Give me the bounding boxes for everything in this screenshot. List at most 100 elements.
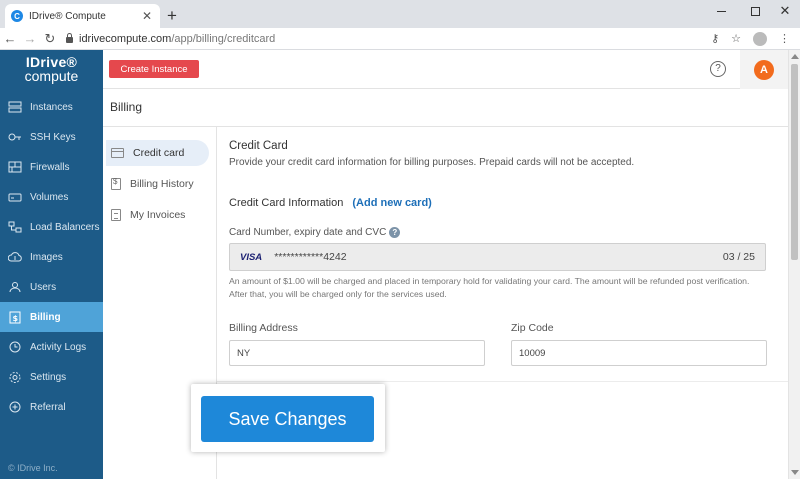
card-info-title: Credit Card Information — [229, 197, 344, 209]
tab-title: IDrive® Compute — [29, 10, 106, 22]
divider — [217, 381, 788, 382]
sidebar-item-volumes[interactable]: Volumes — [0, 182, 103, 212]
avatar: A — [754, 59, 774, 80]
close-icon: ✕ — [779, 3, 791, 18]
create-instance-button[interactable]: Create Instance — [109, 60, 199, 78]
instances-icon — [7, 100, 23, 114]
gear-icon — [7, 370, 23, 384]
sidebar-item-firewalls[interactable]: Firewalls — [0, 152, 103, 182]
section-title: Credit Card — [229, 140, 288, 152]
sidebar-item-ssh-keys[interactable]: SSH Keys — [0, 122, 103, 152]
subnav-item-credit-card[interactable]: Credit card — [106, 140, 209, 166]
scroll-up-icon[interactable] — [791, 54, 799, 59]
sidebar-item-label: Firewalls — [30, 161, 70, 173]
cloud-upload-icon — [7, 250, 23, 264]
key-icon[interactable]: ⚷ — [711, 32, 719, 45]
lock-icon — [66, 33, 73, 43]
sidebar-nav: Instances SSH Keys Firewalls Volumes Loa… — [0, 92, 103, 422]
sidebar-item-label: Referral — [30, 401, 66, 413]
add-new-card-link[interactable]: (Add new card) — [352, 197, 431, 209]
subnav-item-label: Credit card — [133, 147, 185, 159]
visa-logo: VISA — [240, 251, 263, 263]
svg-text:$: $ — [13, 314, 19, 323]
forward-icon[interactable]: → — [20, 31, 40, 46]
question-icon[interactable]: ? — [389, 227, 401, 238]
sidebar-item-settings[interactable]: Settings — [0, 362, 103, 392]
key-icon — [7, 130, 23, 144]
subnav-item-label: Billing History — [130, 178, 194, 190]
minimize-icon — [716, 10, 726, 12]
maximize-icon — [750, 6, 760, 16]
credit-card-icon — [111, 148, 124, 158]
card-expiry: 03 / 25 — [722, 251, 755, 263]
star-icon[interactable]: ☆ — [731, 32, 741, 45]
tab-close-icon[interactable]: ✕ — [140, 9, 154, 23]
brand-logo[interactable]: IDrive® compute — [0, 50, 103, 90]
sidebar-item-label: Volumes — [30, 191, 69, 203]
new-tab-button[interactable]: + — [164, 6, 180, 26]
card-label-text: Card Number, expiry date and CVC — [229, 227, 387, 238]
browser-tab[interactable]: C IDrive® Compute ✕ — [5, 4, 160, 28]
invoice-icon — [111, 209, 121, 221]
sidebar-item-users[interactable]: Users — [0, 272, 103, 302]
scroll-thumb[interactable] — [791, 64, 798, 260]
sidebar-item-billing[interactable]: $ Billing — [0, 302, 103, 332]
billing-icon: $ — [7, 310, 23, 324]
sidebar-item-label: Settings — [30, 371, 67, 383]
billing-doc-icon — [111, 177, 121, 190]
sidebar-item-load-balancers[interactable]: Load Balancers — [0, 212, 103, 242]
address-bar: ← → ↻ idrivecompute.com/app/billing/cred… — [0, 28, 800, 50]
subnav-item-billing-history[interactable]: Billing History — [106, 171, 209, 197]
zip-code-input[interactable] — [511, 340, 767, 366]
back-icon[interactable]: ← — [0, 31, 20, 46]
sidebar-item-label: Users — [30, 281, 57, 293]
card-info-heading: Credit Card Information (Add new card) — [229, 197, 432, 209]
firewall-icon — [7, 160, 23, 174]
subnav-item-label: My Invoices — [130, 209, 186, 221]
url-host: idrivecompute.com — [79, 32, 172, 45]
window-minimize-button[interactable] — [704, 0, 738, 22]
sidebar-item-referral[interactable]: Referral — [0, 392, 103, 422]
sidebar-item-images[interactable]: Images — [0, 242, 103, 272]
avatar-menu[interactable]: A — [740, 50, 788, 89]
sidebar-item-label: Load Balancers — [30, 221, 100, 233]
card-number: ************4242 — [274, 251, 347, 263]
scroll-down-icon[interactable] — [791, 470, 799, 475]
sidebar-item-instances[interactable]: Instances — [0, 92, 103, 122]
subnav-item-my-invoices[interactable]: My Invoices — [106, 202, 209, 228]
help-icon[interactable]: ? — [710, 61, 726, 77]
window-close-button[interactable]: ✕ — [768, 0, 800, 22]
sidebar-item-label: Billing — [30, 311, 61, 323]
sidebar-item-label: Images — [30, 251, 63, 263]
section-description: Provide your credit card information for… — [229, 157, 635, 168]
menu-icon[interactable]: ⋮ — [779, 32, 790, 45]
billing-address-label: Billing Address — [229, 322, 298, 334]
page-title: Billing — [103, 89, 788, 127]
save-changes-callout: Save Changes — [191, 384, 385, 452]
sidebar-item-label: Activity Logs — [30, 341, 87, 353]
card-number-field: VISA ************4242 03 / 25 — [229, 243, 766, 271]
browser-tabstrip: C IDrive® Compute ✕ + ✕ — [0, 0, 800, 28]
referral-icon — [7, 400, 23, 414]
favicon-icon: C — [11, 10, 23, 22]
sidebar: IDrive® compute Instances SSH Keys Firew… — [0, 50, 103, 479]
validation-note: An amount of $1.00 will be charged and p… — [229, 276, 750, 299]
user-icon — [7, 280, 23, 294]
url-field[interactable]: idrivecompute.com/app/billing/creditcard — [66, 33, 711, 45]
sidebar-item-label: SSH Keys — [30, 131, 76, 143]
zip-code-label: Zip Code — [511, 322, 554, 334]
load-balancer-icon — [7, 220, 23, 234]
volume-icon — [7, 190, 23, 204]
profile-icon[interactable] — [753, 31, 767, 46]
billing-address-input[interactable] — [229, 340, 485, 366]
top-app-bar: Create Instance ? A — [103, 50, 788, 89]
history-icon — [7, 340, 23, 354]
window-maximize-button[interactable] — [738, 0, 772, 22]
card-field-label: Card Number, expiry date and CVC ? — [229, 227, 401, 238]
reload-icon[interactable]: ↻ — [40, 31, 60, 47]
copyright: © IDrive Inc. — [8, 463, 58, 473]
save-changes-button[interactable]: Save Changes — [201, 396, 374, 442]
url-path: /app/billing/creditcard — [171, 32, 276, 45]
sidebar-item-activity-logs[interactable]: Activity Logs — [0, 332, 103, 362]
page-scrollbar[interactable] — [788, 50, 800, 479]
